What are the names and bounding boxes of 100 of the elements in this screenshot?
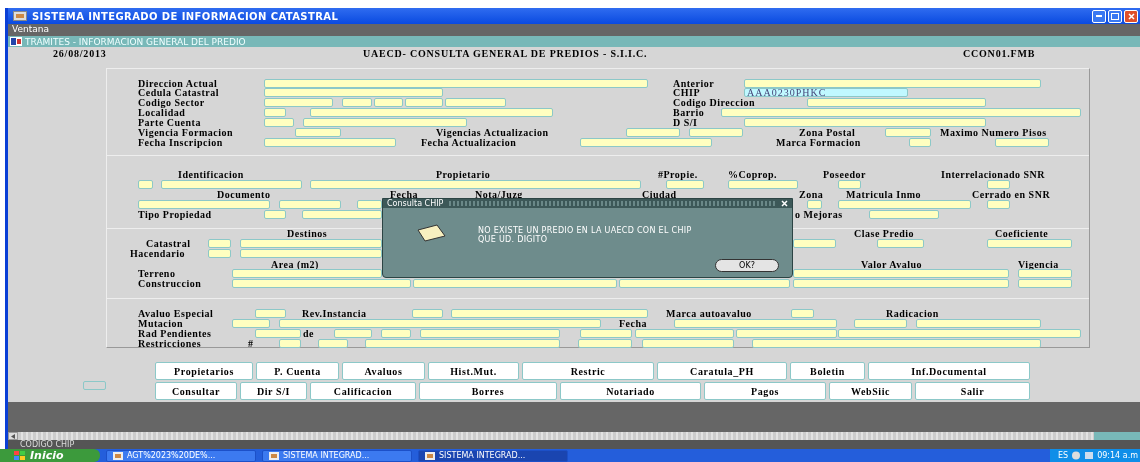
input-field[interactable] [445,98,506,107]
input-field[interactable] [580,138,712,147]
input-field[interactable] [451,309,648,318]
input-field[interactable] [381,329,411,338]
input-field[interactable] [666,180,704,189]
form-button[interactable]: Pagos [704,382,826,400]
input-field[interactable] [264,118,294,127]
taskbar-button[interactable]: SISTEMA INTEGRAD... [262,449,412,462]
input-field[interactable] [255,329,301,338]
input-field[interactable] [279,200,341,209]
form-button[interactable]: Avaluos [342,362,425,380]
input-field[interactable] [264,138,396,147]
form-button[interactable]: Propietarios [155,362,253,380]
input-field[interactable] [995,138,1049,147]
input-field[interactable] [240,249,382,258]
input-field[interactable] [334,329,372,338]
input-field[interactable] [264,98,333,107]
input-field[interactable] [161,180,302,189]
input-field[interactable] [232,319,270,328]
small-button[interactable] [83,381,106,390]
network-icon[interactable] [1084,451,1095,460]
input-field[interactable] [413,279,617,288]
input-field[interactable] [689,128,743,137]
form-button[interactable]: Dir S/I [240,382,307,400]
form-button[interactable]: Borres [419,382,557,400]
input-field[interactable] [580,329,632,338]
input-field[interactable] [578,339,632,348]
input-field[interactable] [295,128,341,137]
input-field[interactable] [303,118,467,127]
input-field[interactable] [208,239,231,248]
close-button[interactable] [1124,9,1138,23]
input-field[interactable] [232,269,382,278]
input-field[interactable] [793,269,1009,278]
input-field[interactable] [807,200,822,209]
input-field[interactable] [854,319,907,328]
form-button[interactable]: WebSiic [829,382,912,400]
input-field[interactable] [987,180,1010,189]
input-field[interactable] [357,200,382,209]
input-field[interactable] [916,319,1041,328]
input-field[interactable] [885,128,931,137]
form-button[interactable]: P. Cuenta [256,362,339,380]
input-field[interactable] [310,108,553,117]
input-field[interactable] [374,98,403,107]
ok-button[interactable]: OK? [715,259,779,272]
form-button[interactable]: Calificacion [310,382,416,400]
input-field[interactable] [232,279,411,288]
form-button[interactable]: Consultar [155,382,237,400]
input-field[interactable] [744,79,1041,88]
input-field[interactable] [264,88,443,97]
input-field[interactable] [838,200,971,209]
menu-item[interactable]: Ventana [12,24,49,35]
input-field[interactable] [310,180,641,189]
input-field[interactable] [264,210,286,219]
form-button[interactable]: Restric [522,362,654,380]
input-field[interactable] [987,200,1010,209]
input-field[interactable] [279,339,301,348]
input-field[interactable] [412,309,443,318]
input-field[interactable] [987,239,1072,248]
input-field[interactable] [405,98,443,107]
input-field[interactable] [674,319,837,328]
input-field[interactable] [807,98,986,107]
input-field[interactable] [365,339,560,348]
input-field[interactable] [318,339,348,348]
input-field[interactable] [342,98,372,107]
close-icon[interactable] [781,200,788,207]
chip-field[interactable]: AAA0230PHKC [744,88,908,97]
input-field[interactable] [721,108,1081,117]
input-field[interactable] [619,279,790,288]
maximize-button[interactable] [1108,9,1122,23]
form-button[interactable]: Salir [915,382,1030,400]
input-field[interactable] [240,239,382,248]
tray-icon[interactable] [1071,451,1082,460]
input-field[interactable] [255,309,286,318]
input-field[interactable] [302,210,382,219]
input-field[interactable] [1018,269,1072,278]
input-field[interactable] [744,118,986,127]
input-field[interactable] [736,329,837,338]
scrollbar-thumb[interactable] [1094,432,1140,440]
input-field[interactable] [728,180,798,189]
input-field[interactable] [869,210,939,219]
taskbar-button[interactable]: AGT%2023%20DE%... [106,449,256,462]
input-field[interactable] [420,329,560,338]
input-field[interactable] [208,249,231,258]
input-field[interactable] [279,319,601,328]
input-field[interactable] [752,339,1041,348]
form-button[interactable]: Inf.Documental [868,362,1030,380]
input-field[interactable] [138,180,153,189]
input-field[interactable] [838,329,1081,338]
input-field[interactable] [877,239,924,248]
input-field[interactable] [264,108,286,117]
input-field[interactable] [909,138,931,147]
input-field[interactable] [793,239,836,248]
form-button[interactable]: Hist.Mut. [428,362,519,380]
start-button[interactable]: Inicio [0,449,100,462]
input-field[interactable] [1018,279,1072,288]
input-field[interactable] [838,180,861,189]
taskbar-button[interactable]: SISTEMA INTEGRAD... [418,449,568,462]
input-field[interactable] [791,309,814,318]
minimize-button[interactable] [1092,9,1106,23]
form-button[interactable]: Notariado [560,382,701,400]
